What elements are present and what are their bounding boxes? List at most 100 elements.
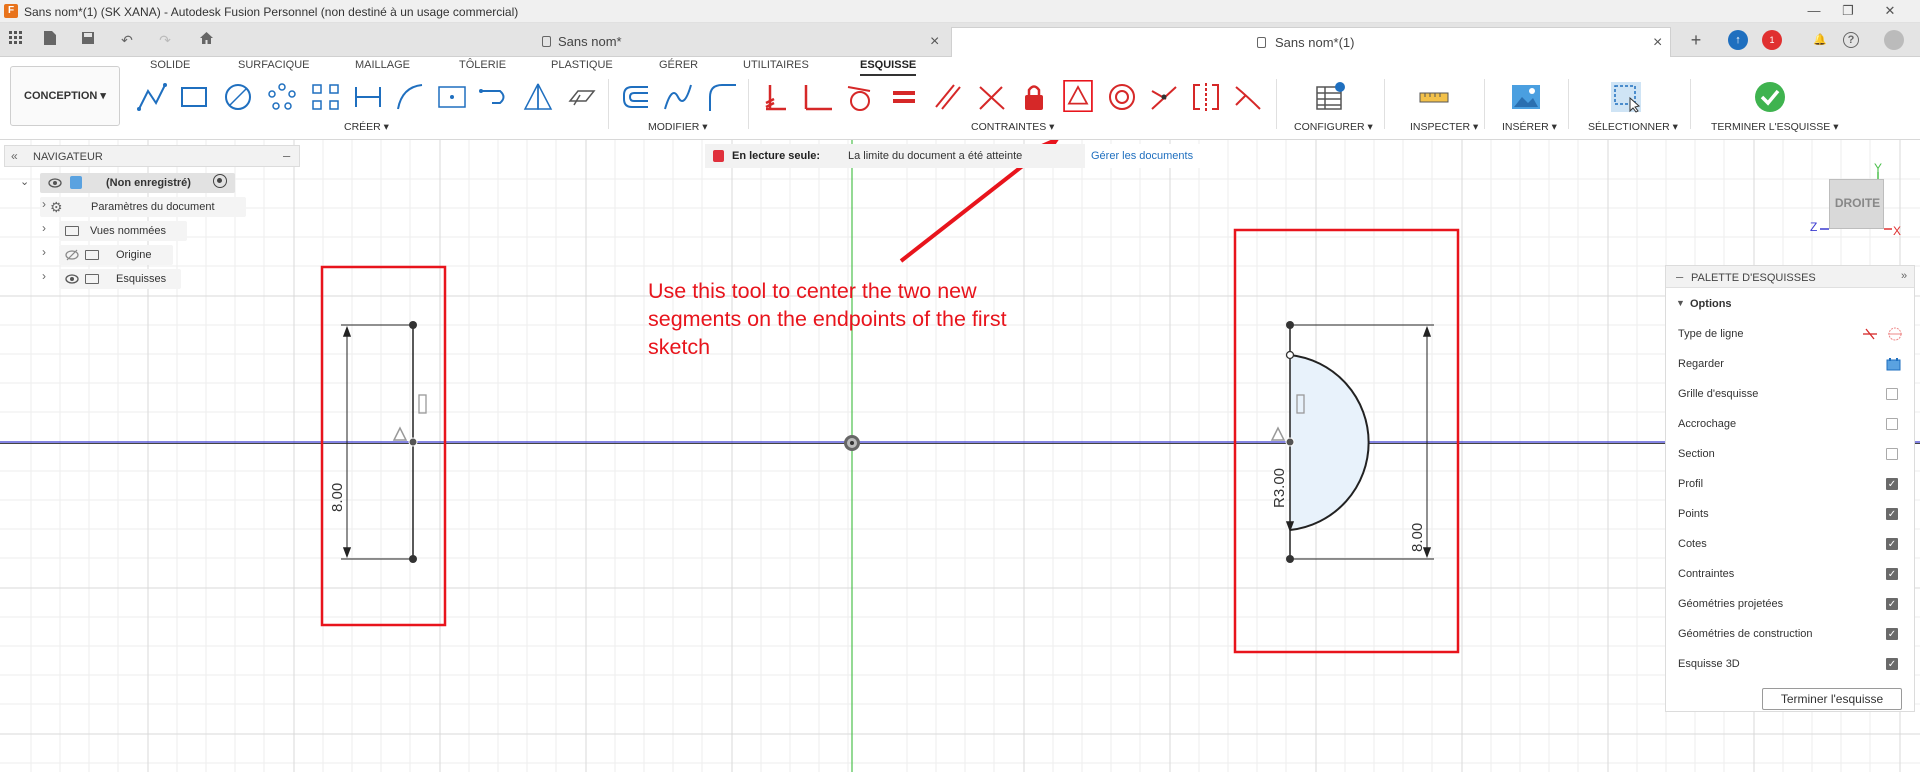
- constraints-checkbox[interactable]: ✓: [1886, 568, 1898, 580]
- snap-checkbox[interactable]: [1886, 418, 1898, 430]
- perpendicular-constraint-icon[interactable]: [802, 81, 834, 113]
- user-avatar[interactable]: [1884, 30, 1904, 50]
- palette-row-profil[interactable]: Profil ✓: [1678, 474, 1908, 494]
- notifications-icon[interactable]: 🔔: [1810, 30, 1830, 50]
- collapse-panel-icon[interactable]: «: [11, 149, 18, 163]
- dimension-tool-icon[interactable]: [352, 81, 384, 113]
- arc-tool-icon[interactable]: [394, 81, 426, 113]
- nav-item-vues[interactable]: Vues nommées: [59, 221, 187, 241]
- equal-constraint-icon[interactable]: [888, 81, 920, 113]
- projected-geometries-checkbox[interactable]: ✓: [1886, 598, 1898, 610]
- nav-item-esquisses[interactable]: Esquisses: [59, 269, 181, 289]
- file-menu-icon[interactable]: [38, 30, 62, 50]
- configure-table-icon[interactable]: [1314, 81, 1346, 113]
- palette-row-regarder[interactable]: Regarder: [1678, 354, 1908, 374]
- new-tab-button[interactable]: +: [1686, 30, 1706, 50]
- palette-row-geometries-construction[interactable]: Géométries de construction ✓: [1678, 624, 1908, 644]
- group-configurer[interactable]: CONFIGURER ▾: [1294, 121, 1373, 133]
- home-icon[interactable]: [196, 30, 216, 50]
- palette-row-points[interactable]: Points ✓: [1678, 504, 1908, 524]
- rectangular-pattern-icon[interactable]: [310, 81, 342, 113]
- parallel-constraint-icon[interactable]: [932, 81, 964, 113]
- tab-sans-nom[interactable]: Sans nom* ×: [222, 27, 950, 57]
- chevron-right-icon[interactable]: ›: [42, 221, 46, 235]
- eye-icon[interactable]: [65, 273, 79, 285]
- palette-row-grille[interactable]: Grille d'esquisse: [1678, 384, 1908, 404]
- close-window-button[interactable]: ✕: [1880, 2, 1900, 20]
- chevron-right-icon[interactable]: ›: [42, 197, 46, 211]
- concentric-constraint-icon[interactable]: [1106, 81, 1138, 113]
- palette-row-type-ligne[interactable]: Type de ligne: [1678, 324, 1908, 344]
- midpoint-constraint-icon[interactable]: [1062, 79, 1104, 126]
- coincident-constraint-icon[interactable]: [760, 81, 792, 113]
- 3d-sketch-checkbox[interactable]: ✓: [1886, 658, 1898, 670]
- activate-radio-icon[interactable]: [213, 174, 227, 188]
- help-icon[interactable]: ?: [1843, 32, 1859, 48]
- project-tool-icon[interactable]: [566, 81, 598, 113]
- profile-checkbox[interactable]: ✓: [1886, 478, 1898, 490]
- group-selectionner[interactable]: SÉLECTIONNER ▾: [1588, 121, 1678, 133]
- minimize-panel-icon[interactable]: –: [283, 148, 290, 163]
- eye-hidden-icon[interactable]: [65, 249, 79, 261]
- dimensions-checkbox[interactable]: ✓: [1886, 538, 1898, 550]
- offset-tool-icon[interactable]: [620, 81, 652, 113]
- job-status-icon[interactable]: ↑: [1728, 30, 1748, 50]
- sketch-grid-checkbox[interactable]: [1886, 388, 1898, 400]
- notification-count[interactable]: 1: [1762, 30, 1782, 50]
- tangent-constraint-icon[interactable]: [844, 81, 876, 113]
- group-terminer[interactable]: TERMINER L'ESQUISSE ▾: [1711, 121, 1838, 133]
- palette-row-contraintes[interactable]: Contraintes ✓: [1678, 564, 1908, 584]
- tab-esquisse[interactable]: ESQUISSE: [860, 59, 917, 76]
- palette-row-cotes[interactable]: Cotes ✓: [1678, 534, 1908, 554]
- group-contraintes[interactable]: CONTRAINTES ▾: [971, 121, 1054, 133]
- minimize-button[interactable]: —: [1804, 2, 1824, 20]
- tab-plastique[interactable]: PLASTIQUE: [551, 59, 613, 71]
- tab-utilitaires[interactable]: UTILITAIRES: [743, 59, 809, 71]
- mirror-tool-icon[interactable]: [522, 81, 554, 113]
- close-tab-icon[interactable]: ×: [930, 27, 939, 57]
- insert-image-icon[interactable]: [1510, 81, 1542, 113]
- select-window-icon[interactable]: [1610, 81, 1642, 113]
- circle-tool-icon[interactable]: [222, 81, 254, 113]
- tab-maillage[interactable]: MAILLAGE: [355, 59, 410, 71]
- tab-gerer[interactable]: GÉRER: [659, 59, 698, 71]
- tab-sans-nom-1[interactable]: Sans nom*(1) ×: [951, 27, 1671, 57]
- rectangle-tool-icon[interactable]: [178, 81, 210, 113]
- construction-geometries-checkbox[interactable]: ✓: [1886, 628, 1898, 640]
- section-checkbox[interactable]: [1886, 448, 1898, 460]
- palette-row-geometries-projetees[interactable]: Géométries projetées ✓: [1678, 594, 1908, 614]
- chevron-right-icon[interactable]: ›: [42, 245, 46, 259]
- nav-item-parametres[interactable]: ⚙ Paramètres du document: [40, 197, 246, 217]
- line-tool-icon[interactable]: [136, 81, 168, 113]
- fix-constraint-icon[interactable]: [1018, 81, 1050, 113]
- view-cube[interactable]: DROITE: [1829, 179, 1884, 229]
- tab-surfacique[interactable]: SURFACIQUE: [238, 59, 310, 71]
- construction-line-icon[interactable]: [1888, 327, 1902, 341]
- chevron-down-icon[interactable]: ▼: [1676, 298, 1685, 308]
- chevron-down-icon[interactable]: ⌄: [20, 175, 29, 188]
- grid-menu-icon[interactable]: [6, 30, 26, 50]
- perpendicular-lines-icon[interactable]: [976, 81, 1008, 113]
- symmetry-constraint-icon[interactable]: [1190, 81, 1222, 113]
- workspace-switcher[interactable]: CONCEPTION ▾: [10, 66, 120, 126]
- tab-solide[interactable]: SOLIDE: [150, 59, 190, 71]
- close-tab-icon[interactable]: ×: [1653, 28, 1662, 58]
- save-icon[interactable]: [78, 30, 98, 50]
- group-inspecter[interactable]: INSPECTER ▾: [1410, 121, 1478, 133]
- points-checkbox[interactable]: ✓: [1886, 508, 1898, 520]
- palette-row-section[interactable]: Section: [1678, 444, 1908, 464]
- group-creer[interactable]: CRÉER ▾: [344, 121, 389, 133]
- collinear-constraint-icon[interactable]: [1148, 81, 1180, 113]
- eye-icon[interactable]: [48, 177, 62, 189]
- circular-pattern-icon[interactable]: [266, 81, 298, 113]
- expand-palette-icon[interactable]: »: [1901, 270, 1907, 282]
- curvature-constraint-icon[interactable]: [1232, 81, 1264, 113]
- point-tool-icon[interactable]: [436, 81, 468, 113]
- chevron-right-icon[interactable]: ›: [42, 269, 46, 283]
- manage-documents-link[interactable]: Gérer les documents: [1085, 144, 1210, 168]
- maximize-button[interactable]: ❐: [1838, 2, 1858, 20]
- slot-tool-icon[interactable]: [478, 81, 510, 113]
- measure-icon[interactable]: [1418, 81, 1450, 113]
- finish-sketch-icon[interactable]: [1754, 81, 1786, 113]
- line-type-icon[interactable]: [1862, 327, 1878, 341]
